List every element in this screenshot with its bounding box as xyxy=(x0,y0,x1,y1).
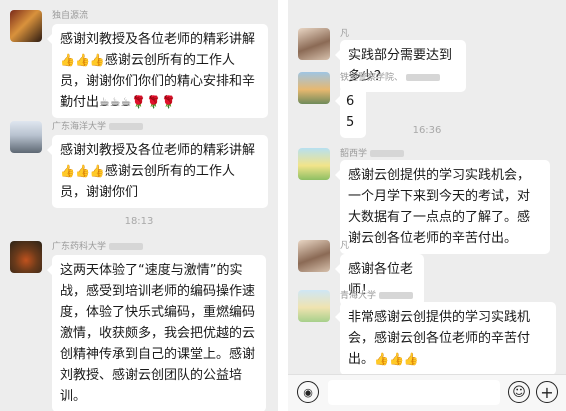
sender-name: 铁道警察学院、 xyxy=(340,70,441,83)
avatar[interactable] xyxy=(298,240,330,272)
timestamp: 18:13 xyxy=(124,216,154,227)
avatar[interactable] xyxy=(10,121,42,153)
coffee-icon: ☕☕☕ xyxy=(99,95,132,109)
avatar[interactable] xyxy=(298,290,330,322)
message-text: 感谢刘教授及各位老师的精彩讲解 xyxy=(60,143,256,158)
message-bubble[interactable]: 非常感谢云创提供的学习实践机会，感谢云创各位老师的辛苦付出。👍👍👍 xyxy=(335,302,556,375)
message-text: 感谢刘教授及各位老师的精彩讲解 xyxy=(60,32,256,47)
sender-name: 凡 xyxy=(340,241,350,251)
chat-panel-left: 独自源流 感谢刘教授及各位老师的精彩讲解👍👍👍感谢云创所有的工作人员，谢谢你们你… xyxy=(0,0,278,411)
message-bubble[interactable]: 这两天体验了“速度与激情”的实战，感受到培训老师的编码操作速度，体验了快乐式编码… xyxy=(47,255,266,411)
chat-panel-right: 凡 实践部分需要达到多少？ 铁道警察学院、 65 16:36 韶西学 感谢云创提… xyxy=(288,0,566,411)
sender-name: 韶西学 xyxy=(340,146,405,159)
avatar[interactable] xyxy=(298,148,330,180)
plus-icon[interactable]: + xyxy=(536,381,558,403)
avatar[interactable] xyxy=(298,28,330,60)
avatar[interactable] xyxy=(10,10,42,42)
voice-icon[interactable]: ◉ xyxy=(297,381,319,403)
avatar[interactable] xyxy=(298,72,330,104)
sender-name: 青海大学 xyxy=(340,288,414,301)
thumbs-up-icon: 👍👍👍 xyxy=(60,164,105,178)
timestamp: 16:36 xyxy=(412,125,442,136)
avatar[interactable] xyxy=(10,241,42,273)
emoji-icon[interactable]: ☺ xyxy=(508,381,530,403)
message-input[interactable] xyxy=(328,380,500,405)
message-text: 感谢云创提供的学习实践机会，一个月学下来到今天的考试，对大数据有了一点点的了解了… xyxy=(348,168,531,246)
sender-name: 广东海洋大学 xyxy=(52,119,144,132)
message-bubble[interactable]: 感谢云创提供的学习实践机会，一个月学下来到今天的考试，对大数据有了一点点的了解了… xyxy=(335,160,550,254)
message-bubble[interactable]: 实践部分需要达到多少？ xyxy=(335,40,466,92)
rose-icon: 🌹🌹🌹 xyxy=(131,95,177,109)
input-bar: ◉ ☺ + xyxy=(288,374,566,411)
message-bubble[interactable]: 感谢刘教授及各位老师的精彩讲解👍👍👍感谢云创所有的工作人员，谢谢你们 xyxy=(47,135,268,208)
thumbs-up-icon: 👍👍👍 xyxy=(374,352,419,366)
message-text: 这两天体验了“速度与激情”的实战，感受到培训老师的编码操作速度，体验了快乐式编码… xyxy=(60,263,256,404)
message-bubble[interactable]: 感谢刘教授及各位老师的精彩讲解👍👍👍感谢云创所有的工作人员，谢谢你们你们的精心安… xyxy=(47,24,268,118)
sender-name: 凡 xyxy=(340,29,350,39)
sender-name: 独自源流 xyxy=(52,11,89,21)
thumbs-up-icon: 👍👍👍 xyxy=(60,53,105,67)
sender-name: 广东药科大学 xyxy=(52,239,144,252)
